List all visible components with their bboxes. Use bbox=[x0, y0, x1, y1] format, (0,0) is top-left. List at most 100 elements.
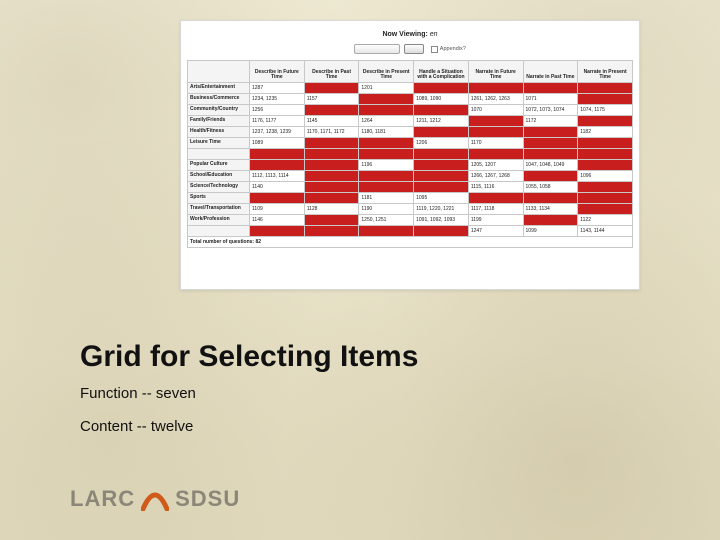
grid-cell[interactable] bbox=[304, 160, 359, 171]
grid-cell[interactable]: 1170, 1171, 1172 bbox=[304, 127, 359, 138]
grid-cell[interactable]: 1250, 1251 bbox=[359, 215, 414, 226]
grid-cell[interactable] bbox=[304, 171, 359, 182]
grid-cell[interactable] bbox=[468, 116, 523, 127]
appendix-checkbox[interactable] bbox=[431, 46, 438, 53]
grid-cell[interactable]: 1190 bbox=[359, 204, 414, 215]
grid-cell[interactable]: 1070 bbox=[468, 105, 523, 116]
grid-cell[interactable] bbox=[523, 149, 578, 160]
grid-cell[interactable] bbox=[359, 182, 414, 193]
grid-cell[interactable]: 1112, 1113, 1114 bbox=[250, 171, 305, 182]
grid-cell[interactable]: 1146 bbox=[250, 215, 305, 226]
grid-cell[interactable]: 1074, 1175 bbox=[578, 105, 633, 116]
grid-cell[interactable]: 1205, 1207 bbox=[468, 160, 523, 171]
grid-cell[interactable]: 1287 bbox=[250, 83, 305, 94]
grid-cell[interactable]: 1176, 1177 bbox=[250, 116, 305, 127]
grid-cell[interactable] bbox=[359, 226, 414, 237]
grid-cell[interactable]: 1099 bbox=[523, 226, 578, 237]
grid-cell[interactable] bbox=[578, 83, 633, 94]
grid-cell[interactable] bbox=[578, 182, 633, 193]
grid-cell[interactable] bbox=[304, 149, 359, 160]
grid-cell[interactable] bbox=[414, 160, 469, 171]
grid-cell[interactable] bbox=[359, 94, 414, 105]
grid-cell[interactable]: 1109 bbox=[250, 204, 305, 215]
grid-cell[interactable]: 1181 bbox=[359, 193, 414, 204]
grid-cell[interactable] bbox=[304, 83, 359, 94]
grid-cell[interactable] bbox=[250, 160, 305, 171]
grid-cell[interactable]: 1089 bbox=[250, 138, 305, 149]
grid-cell[interactable] bbox=[523, 83, 578, 94]
grid-cell[interactable]: 1264 bbox=[359, 116, 414, 127]
grid-cell[interactable]: 1071 bbox=[523, 94, 578, 105]
grid-cell[interactable] bbox=[359, 105, 414, 116]
grid-cell[interactable]: 1170 bbox=[468, 138, 523, 149]
grid-cell[interactable]: 1119, 1220, 1221 bbox=[414, 204, 469, 215]
grid-cell[interactable] bbox=[468, 83, 523, 94]
grid-cell[interactable] bbox=[414, 182, 469, 193]
grid-cell[interactable]: 1055, 1058 bbox=[523, 182, 578, 193]
grid-cell[interactable] bbox=[578, 149, 633, 160]
grid-cell[interactable] bbox=[250, 226, 305, 237]
grid-cell[interactable] bbox=[250, 149, 305, 160]
grid-cell[interactable] bbox=[578, 94, 633, 105]
grid-cell[interactable] bbox=[414, 149, 469, 160]
grid-cell[interactable] bbox=[523, 127, 578, 138]
grid-cell[interactable] bbox=[578, 204, 633, 215]
grid-cell[interactable]: 1117, 1118 bbox=[468, 204, 523, 215]
grid-cell[interactable]: 1140 bbox=[250, 182, 305, 193]
grid-cell[interactable] bbox=[578, 116, 633, 127]
grid-cell[interactable] bbox=[304, 105, 359, 116]
grid-cell[interactable] bbox=[304, 215, 359, 226]
grid-cell[interactable]: 1206 bbox=[414, 138, 469, 149]
grid-cell[interactable]: 1172 bbox=[523, 116, 578, 127]
grid-cell[interactable] bbox=[304, 226, 359, 237]
grid-cell[interactable] bbox=[250, 193, 305, 204]
go-button[interactable] bbox=[404, 44, 424, 54]
grid-cell[interactable]: 1133, 1134 bbox=[523, 204, 578, 215]
grid-cell[interactable]: 1091, 1092, 1093 bbox=[414, 215, 469, 226]
grid-cell[interactable]: 1143, 1144 bbox=[578, 226, 633, 237]
grid-cell[interactable]: 1115, 1116 bbox=[468, 182, 523, 193]
grid-cell[interactable] bbox=[414, 171, 469, 182]
grid-cell[interactable]: 1095 bbox=[414, 193, 469, 204]
grid-cell[interactable]: 1211, 1212 bbox=[414, 116, 469, 127]
grid-cell[interactable]: 1157 bbox=[304, 94, 359, 105]
language-select[interactable] bbox=[354, 44, 400, 54]
grid-cell[interactable] bbox=[523, 193, 578, 204]
grid-cell[interactable] bbox=[523, 215, 578, 226]
grid-cell[interactable]: 1096 bbox=[578, 171, 633, 182]
grid-cell[interactable]: 1247 bbox=[468, 226, 523, 237]
grid-cell[interactable] bbox=[359, 149, 414, 160]
grid-cell[interactable] bbox=[414, 226, 469, 237]
grid-cell[interactable] bbox=[359, 171, 414, 182]
grid-cell[interactable]: 1180, 1181 bbox=[359, 127, 414, 138]
grid-cell[interactable]: 1128 bbox=[304, 204, 359, 215]
grid-cell[interactable] bbox=[578, 193, 633, 204]
grid-cell[interactable]: 1196 bbox=[359, 160, 414, 171]
grid-cell[interactable]: 1047, 1048, 1049 bbox=[523, 160, 578, 171]
grid-cell[interactable] bbox=[468, 149, 523, 160]
grid-cell[interactable] bbox=[523, 171, 578, 182]
grid-cell[interactable]: 1234, 1235 bbox=[250, 94, 305, 105]
grid-cell[interactable] bbox=[578, 160, 633, 171]
grid-cell[interactable] bbox=[468, 127, 523, 138]
grid-cell[interactable]: 1145 bbox=[304, 116, 359, 127]
grid-cell[interactable]: 1182 bbox=[578, 127, 633, 138]
grid-cell[interactable]: 1201 bbox=[359, 83, 414, 94]
grid-cell[interactable] bbox=[578, 138, 633, 149]
grid-cell[interactable] bbox=[359, 138, 414, 149]
grid-cell[interactable] bbox=[414, 105, 469, 116]
grid-cell[interactable]: 1256 bbox=[250, 105, 305, 116]
grid-cell[interactable] bbox=[304, 193, 359, 204]
grid-cell[interactable]: 1237, 1238, 1239 bbox=[250, 127, 305, 138]
grid-cell[interactable] bbox=[414, 127, 469, 138]
grid-cell[interactable]: 1089, 1090 bbox=[414, 94, 469, 105]
grid-cell[interactable] bbox=[414, 83, 469, 94]
grid-cell[interactable] bbox=[304, 138, 359, 149]
grid-cell[interactable] bbox=[304, 182, 359, 193]
grid-cell[interactable]: 1266, 1267, 1268 bbox=[468, 171, 523, 182]
grid-cell[interactable]: 1261, 1262, 1263 bbox=[468, 94, 523, 105]
grid-cell[interactable]: 1199 bbox=[468, 215, 523, 226]
grid-cell[interactable] bbox=[523, 138, 578, 149]
grid-cell[interactable]: 1122 bbox=[578, 215, 633, 226]
grid-cell[interactable] bbox=[468, 193, 523, 204]
